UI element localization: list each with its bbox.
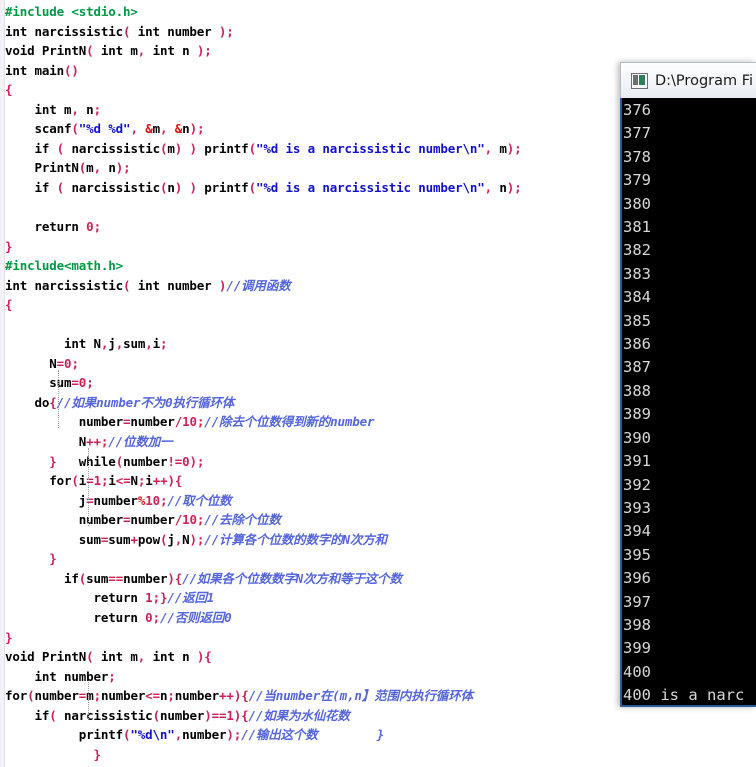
code-line[interactable]: #include <stdio.h>	[5, 2, 756, 22]
console-window-icon	[631, 72, 648, 89]
console-title: D:\Program Fi	[655, 72, 754, 89]
console-window[interactable]: D:\Program Fi 376 377 378 379 380 381 38…	[620, 62, 756, 707]
code-line[interactable]: if( narcissistic(number)==1){//如果为水仙花数	[5, 706, 756, 726]
code-line[interactable]: }	[5, 745, 756, 765]
indent-guide	[58, 370, 59, 428]
console-body[interactable]: 376 377 378 379 380 381 382 383 384 385 …	[620, 98, 756, 707]
code-line[interactable]: int narcissistic( int number );	[5, 22, 756, 42]
console-bottom-border	[622, 705, 756, 707]
code-line[interactable]: void PrintN( int m, int n );	[5, 41, 756, 61]
indent-guide	[88, 682, 89, 719]
indent-guide	[88, 448, 89, 526]
code-line[interactable]: printf("%d\n",number);//输出这个数 }	[5, 725, 756, 745]
console-output: 376 377 378 379 380 381 382 383 384 385 …	[623, 101, 745, 705]
console-titlebar[interactable]: D:\Program Fi	[620, 62, 756, 98]
